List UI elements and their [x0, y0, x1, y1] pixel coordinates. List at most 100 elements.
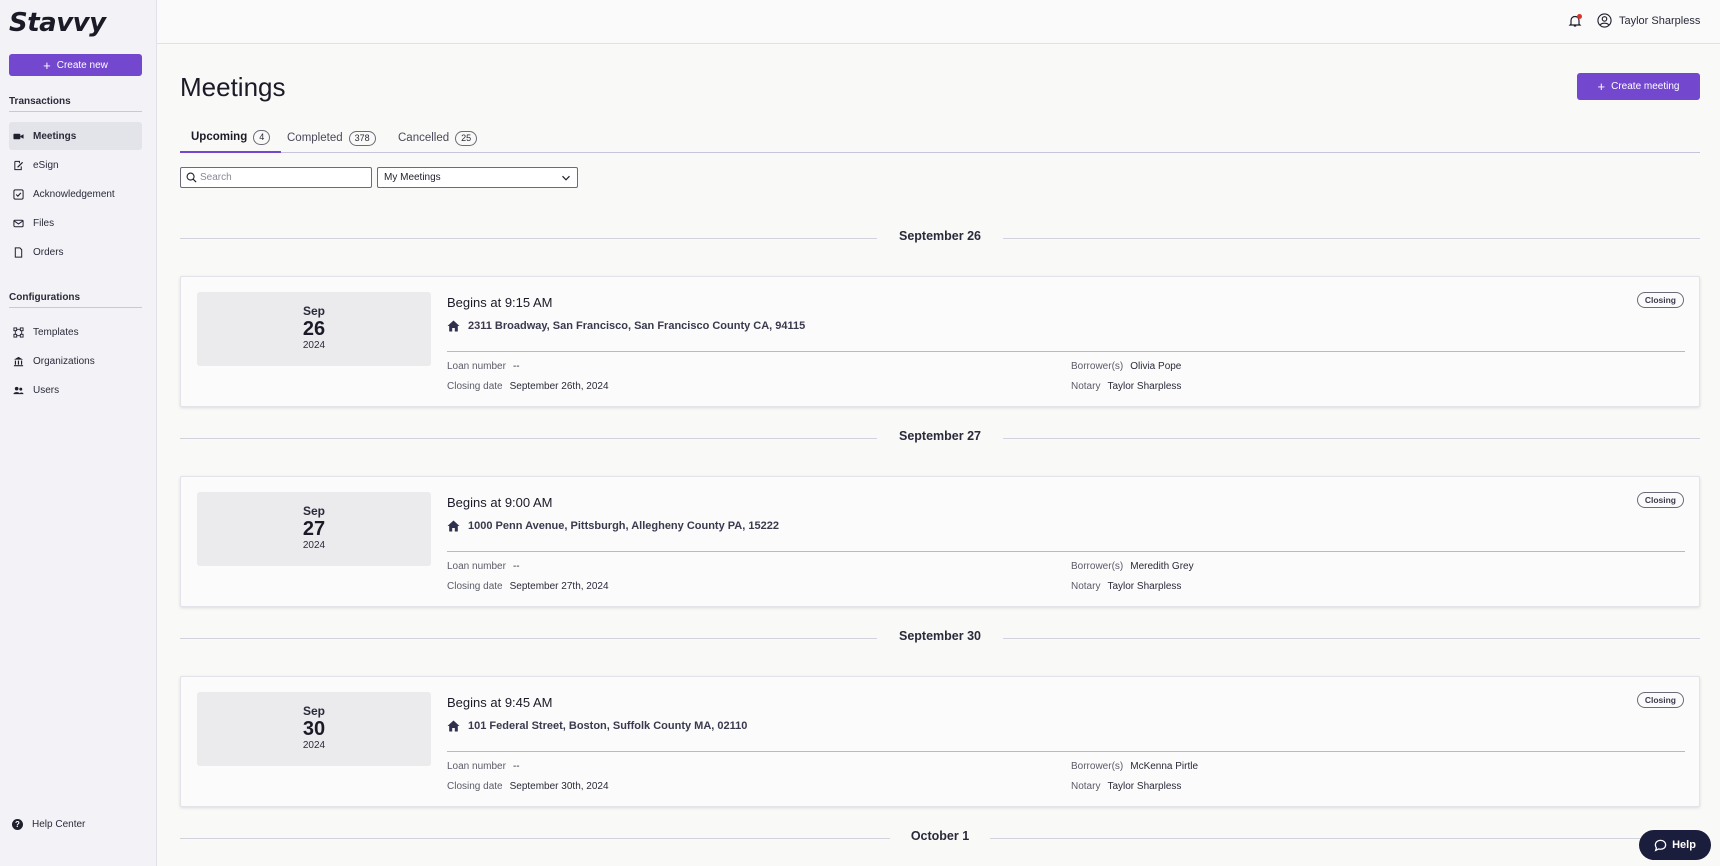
- checkbox-icon: [12, 188, 24, 200]
- card-divider: [447, 551, 1685, 552]
- question-icon: ?: [12, 819, 23, 830]
- date-month: Sep: [302, 504, 325, 518]
- users-icon: [12, 384, 24, 396]
- closing-date-field: Closing date September 27th, 2024: [447, 581, 609, 592]
- create-meeting-button[interactable]: + Create meeting: [1577, 73, 1700, 100]
- address-text: 2311 Broadway, San Francisco, San Franci…: [468, 320, 806, 332]
- field-value: Taylor Sharpless: [1107, 781, 1182, 792]
- tab-completed[interactable]: Completed 378: [287, 123, 376, 153]
- meetings-filter-select[interactable]: My Meetings: [377, 167, 578, 188]
- date-day: 26: [302, 318, 326, 340]
- date-divider: October 1: [180, 828, 1700, 848]
- field-label: Notary: [1071, 781, 1101, 792]
- tab-label: Completed: [287, 132, 343, 144]
- meeting-type-badge: Closing: [1636, 292, 1684, 308]
- user-name: Taylor Sharpless: [1619, 14, 1701, 27]
- tab-label: Upcoming: [191, 131, 248, 143]
- meeting-type-badge: Closing: [1636, 492, 1684, 508]
- date-divider: September 30: [180, 628, 1700, 648]
- search-field[interactable]: [180, 167, 372, 188]
- home-icon: [447, 720, 460, 732]
- date-year: 2024: [302, 340, 326, 351]
- meeting-address: 2311 Broadway, San Francisco, San Franci…: [447, 320, 805, 332]
- sidebar-item-label: eSign: [33, 159, 59, 171]
- field-value: --: [512, 361, 520, 372]
- tab-upcoming[interactable]: Upcoming 4: [180, 123, 282, 153]
- address-text: 1000 Penn Avenue, Pittsburgh, Allegheny …: [468, 520, 779, 532]
- sidebar-item-meetings[interactable]: Meetings: [9, 122, 142, 150]
- home-icon: [447, 520, 460, 532]
- sidebar-item-label: Organizations: [33, 355, 95, 367]
- plus-icon: +: [1597, 79, 1606, 94]
- sidebar-item-orders[interactable]: Orders: [9, 238, 142, 266]
- meeting-address: 1000 Penn Avenue, Pittsburgh, Allegheny …: [447, 520, 779, 532]
- configurations-section-title: Configurations: [9, 292, 81, 303]
- field-label: Closing date: [447, 781, 503, 792]
- meeting-card[interactable]: Sep 26 2024 Begins at 9:15 AM 2311 Broad…: [180, 276, 1700, 407]
- divider-line: [1003, 438, 1700, 439]
- filter-value: My Meetings: [384, 172, 441, 183]
- field-label: Closing date: [447, 381, 503, 392]
- date-box: Sep 26 2024: [197, 292, 431, 366]
- field-value: --: [512, 561, 520, 572]
- help-center-link[interactable]: ? Help Center: [9, 819, 85, 830]
- section-divider: [9, 307, 142, 308]
- plus-icon: +: [43, 57, 51, 73]
- create-new-button[interactable]: + Create new: [9, 54, 142, 76]
- sidebar-item-organizations[interactable]: Organizations: [9, 347, 142, 375]
- home-icon: [447, 320, 460, 332]
- sidebar-item-acknowledgement[interactable]: Acknowledgement: [9, 180, 142, 208]
- sidebar-item-templates[interactable]: Templates: [9, 318, 142, 346]
- sidebar-item-esign[interactable]: eSign: [9, 151, 142, 179]
- date-box: Sep 30 2024: [197, 692, 431, 766]
- sidebar-item-label: Files: [33, 217, 55, 229]
- user-menu[interactable]: Taylor Sharpless: [1597, 13, 1700, 28]
- field-label: Borrower(s): [1071, 361, 1124, 372]
- tab-cancelled[interactable]: Cancelled 25: [398, 123, 478, 153]
- notification-button[interactable]: [1568, 14, 1582, 28]
- user-circle-icon: [1597, 13, 1612, 28]
- meeting-card[interactable]: Sep 30 2024 Begins at 9:45 AM 101 Federa…: [180, 676, 1700, 807]
- date-day: 30: [302, 718, 326, 740]
- meeting-address: 101 Federal Street, Boston, Suffolk Coun…: [447, 720, 747, 732]
- app-logo[interactable]: Stavvy: [9, 8, 106, 38]
- loan-number-field: Loan number --: [447, 561, 520, 572]
- field-label: Loan number: [447, 761, 506, 772]
- notary-field: Notary Taylor Sharpless: [1071, 581, 1181, 592]
- date-year: 2024: [302, 540, 326, 551]
- sign-icon: [12, 159, 24, 171]
- page-title: Meetings: [180, 72, 286, 102]
- field-value: September 30th, 2024: [509, 781, 609, 792]
- date-heading: October 1: [910, 829, 970, 843]
- chat-bubble-icon: [1654, 839, 1667, 852]
- sidebar-item-files[interactable]: Files: [9, 209, 142, 237]
- meeting-tabs: Upcoming 4 Completed 378 Cancelled 25: [180, 123, 1700, 153]
- meeting-start-time: Begins at 9:45 AM: [447, 695, 553, 710]
- help-chat-button[interactable]: Help: [1639, 830, 1711, 860]
- meeting-type-badge: Closing: [1636, 692, 1684, 708]
- notification-dot: [1577, 14, 1582, 19]
- loan-number-field: Loan number --: [447, 761, 520, 772]
- envelope-icon: [12, 217, 24, 229]
- sidebar-item-label: Templates: [33, 326, 79, 338]
- field-value: --: [512, 761, 520, 772]
- transactions-section-title: Transactions: [9, 96, 71, 107]
- date-heading: September 30: [899, 629, 981, 643]
- field-label: Closing date: [447, 581, 503, 592]
- meeting-card[interactable]: Sep 27 2024 Begins at 9:00 AM 1000 Penn …: [180, 476, 1700, 607]
- meeting-start-time: Begins at 9:00 AM: [447, 495, 553, 510]
- sidebar-item-users[interactable]: Users: [9, 376, 142, 404]
- address-text: 101 Federal Street, Boston, Suffolk Coun…: [468, 720, 748, 732]
- closing-date-field: Closing date September 26th, 2024: [447, 381, 609, 392]
- field-value: McKenna Pirtle: [1130, 761, 1199, 772]
- date-heading: September 27: [899, 429, 981, 443]
- create-new-label: Create new: [56, 59, 108, 71]
- field-label: Loan number: [447, 561, 506, 572]
- date-month: Sep: [302, 704, 325, 718]
- loan-number-field: Loan number --: [447, 361, 520, 372]
- borrower-field: Borrower(s) Olivia Pope: [1071, 361, 1181, 372]
- card-divider: [447, 351, 1685, 352]
- document-icon: [12, 246, 24, 258]
- search-input[interactable]: [200, 172, 360, 183]
- tab-count: 4: [253, 129, 271, 145]
